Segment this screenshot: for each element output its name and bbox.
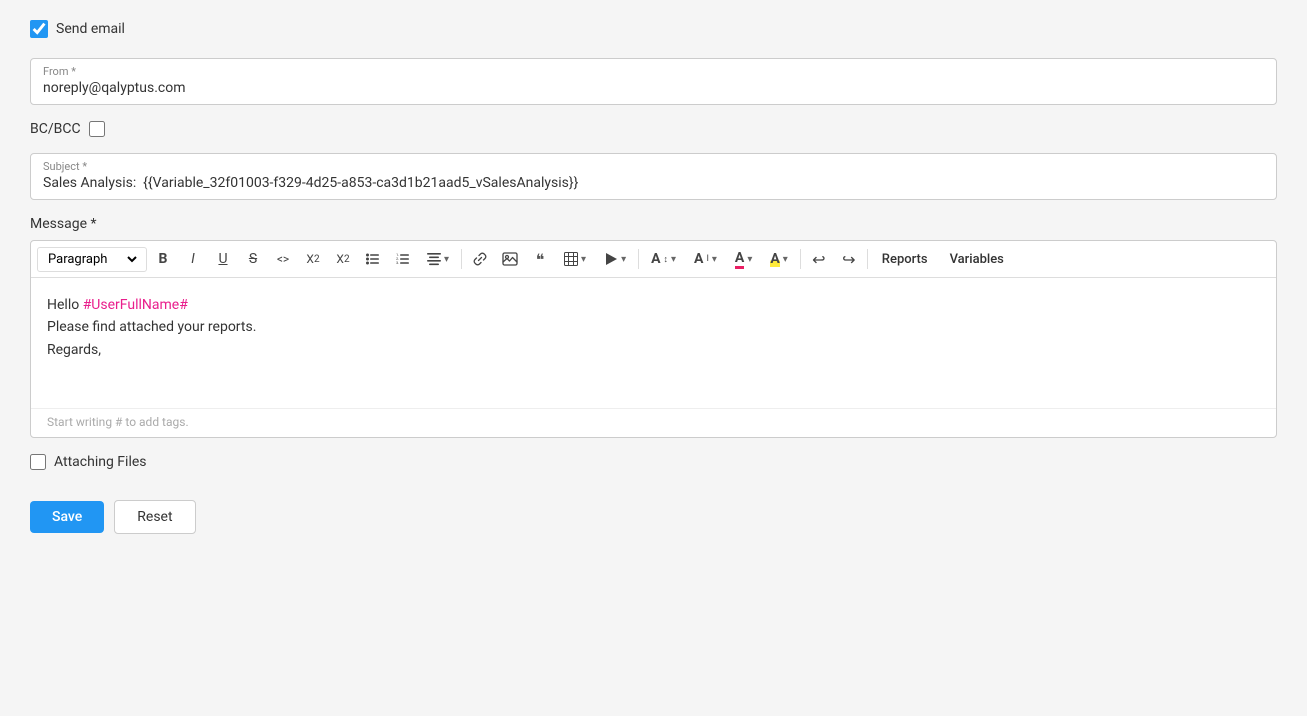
toolbar: Paragraph Heading 1 Heading 2 Heading 3 …	[31, 241, 1276, 278]
bg-color-icon: A	[770, 251, 779, 267]
editor-content[interactable]: Hello #UserFullName# Please find attache…	[31, 278, 1276, 408]
subject-input[interactable]	[43, 175, 1264, 191]
bc-bcc-checkbox[interactable]	[89, 121, 105, 137]
user-tag: #UserFullName#	[83, 297, 188, 313]
attaching-files-label: Attaching Files	[54, 454, 147, 470]
superscript-button[interactable]: X2	[329, 245, 357, 273]
align-button[interactable]: ▾	[419, 245, 457, 273]
reports-button[interactable]: Reports	[872, 245, 938, 273]
bc-bcc-row: BC/BCC	[30, 121, 1277, 137]
bullet-list-icon	[366, 252, 380, 266]
font-color-icon: A	[735, 250, 744, 269]
editor-hint: Start writing # to add tags.	[31, 408, 1276, 437]
save-button[interactable]: Save	[30, 501, 104, 533]
ordered-list-icon: 1. 2. 3.	[396, 252, 410, 266]
subject-field-group: Subject *	[30, 153, 1277, 200]
from-input[interactable]	[43, 80, 1264, 96]
font-size-chevron: ▾	[671, 254, 676, 265]
font-size-arrow: ↕	[664, 254, 669, 265]
media-button[interactable]: ▾	[596, 245, 634, 273]
font-color-chevron: ▾	[747, 254, 752, 265]
strikethrough-button[interactable]: S	[239, 245, 267, 273]
image-icon	[502, 251, 518, 267]
editor-container: Paragraph Heading 1 Heading 2 Heading 3 …	[30, 240, 1277, 438]
table-button[interactable]: ▾	[556, 245, 594, 273]
media-chevron: ▾	[621, 254, 626, 265]
bc-bcc-label: BC/BCC	[30, 121, 81, 137]
redo-button[interactable]: ↪	[835, 245, 863, 273]
font-size-button[interactable]: A ↕ ▾	[643, 245, 684, 273]
reset-button[interactable]: Reset	[114, 500, 195, 534]
paragraph-select[interactable]: Paragraph Heading 1 Heading 2 Heading 3	[44, 251, 140, 268]
message-line-1: Hello #UserFullName#	[47, 294, 1260, 316]
attaching-files-checkbox[interactable]	[30, 454, 46, 470]
table-icon	[564, 252, 578, 266]
font-family-arrow: I	[706, 254, 708, 264]
bg-color-chevron: ▾	[783, 254, 788, 265]
undo-button[interactable]: ↩	[805, 245, 833, 273]
align-chevron: ▾	[444, 254, 449, 265]
message-label: Message *	[30, 216, 1277, 232]
link-icon	[472, 251, 488, 267]
send-email-label: Send email	[56, 21, 125, 37]
send-email-row: Send email	[30, 20, 1277, 38]
italic-button[interactable]: I	[179, 245, 207, 273]
divider-4	[867, 249, 868, 269]
ordered-list-button[interactable]: 1. 2. 3.	[389, 245, 417, 273]
svg-text:3.: 3.	[396, 260, 399, 265]
from-field-group: From *	[30, 58, 1277, 105]
table-chevron: ▾	[581, 254, 586, 265]
bullet-list-button[interactable]	[359, 245, 387, 273]
variables-button[interactable]: Variables	[940, 245, 1014, 273]
font-family-icon: A	[694, 251, 703, 267]
subscript-button[interactable]: X2	[299, 245, 327, 273]
divider-3	[800, 249, 801, 269]
image-button[interactable]	[496, 245, 524, 273]
subject-label: Subject *	[43, 160, 1264, 173]
message-line-2: Please find attached your reports.	[47, 316, 1260, 338]
from-field-wrapper: From *	[30, 58, 1277, 105]
paragraph-dropdown[interactable]: Paragraph Heading 1 Heading 2 Heading 3	[37, 247, 147, 272]
from-label: From *	[43, 65, 1264, 78]
align-icon	[427, 252, 441, 266]
bg-color-button[interactable]: A ▾	[762, 245, 795, 273]
media-icon	[604, 252, 618, 266]
code-button[interactable]: <>	[269, 245, 297, 273]
font-color-button[interactable]: A ▾	[727, 245, 760, 273]
font-family-button[interactable]: A I ▾	[686, 245, 725, 273]
font-size-icon: A	[651, 251, 660, 267]
font-family-chevron: ▾	[712, 254, 717, 265]
blockquote-button[interactable]: ❝	[526, 245, 554, 273]
actions-row: Save Reset	[30, 500, 1277, 534]
link-button[interactable]	[466, 245, 494, 273]
divider-2	[638, 249, 639, 269]
underline-button[interactable]: U	[209, 245, 237, 273]
bold-button[interactable]: B	[149, 245, 177, 273]
send-email-checkbox[interactable]	[30, 20, 48, 38]
attaching-files-row: Attaching Files	[30, 454, 1277, 470]
subject-field-wrapper: Subject *	[30, 153, 1277, 200]
message-line-3: Regards,	[47, 339, 1260, 361]
divider-1	[461, 249, 462, 269]
